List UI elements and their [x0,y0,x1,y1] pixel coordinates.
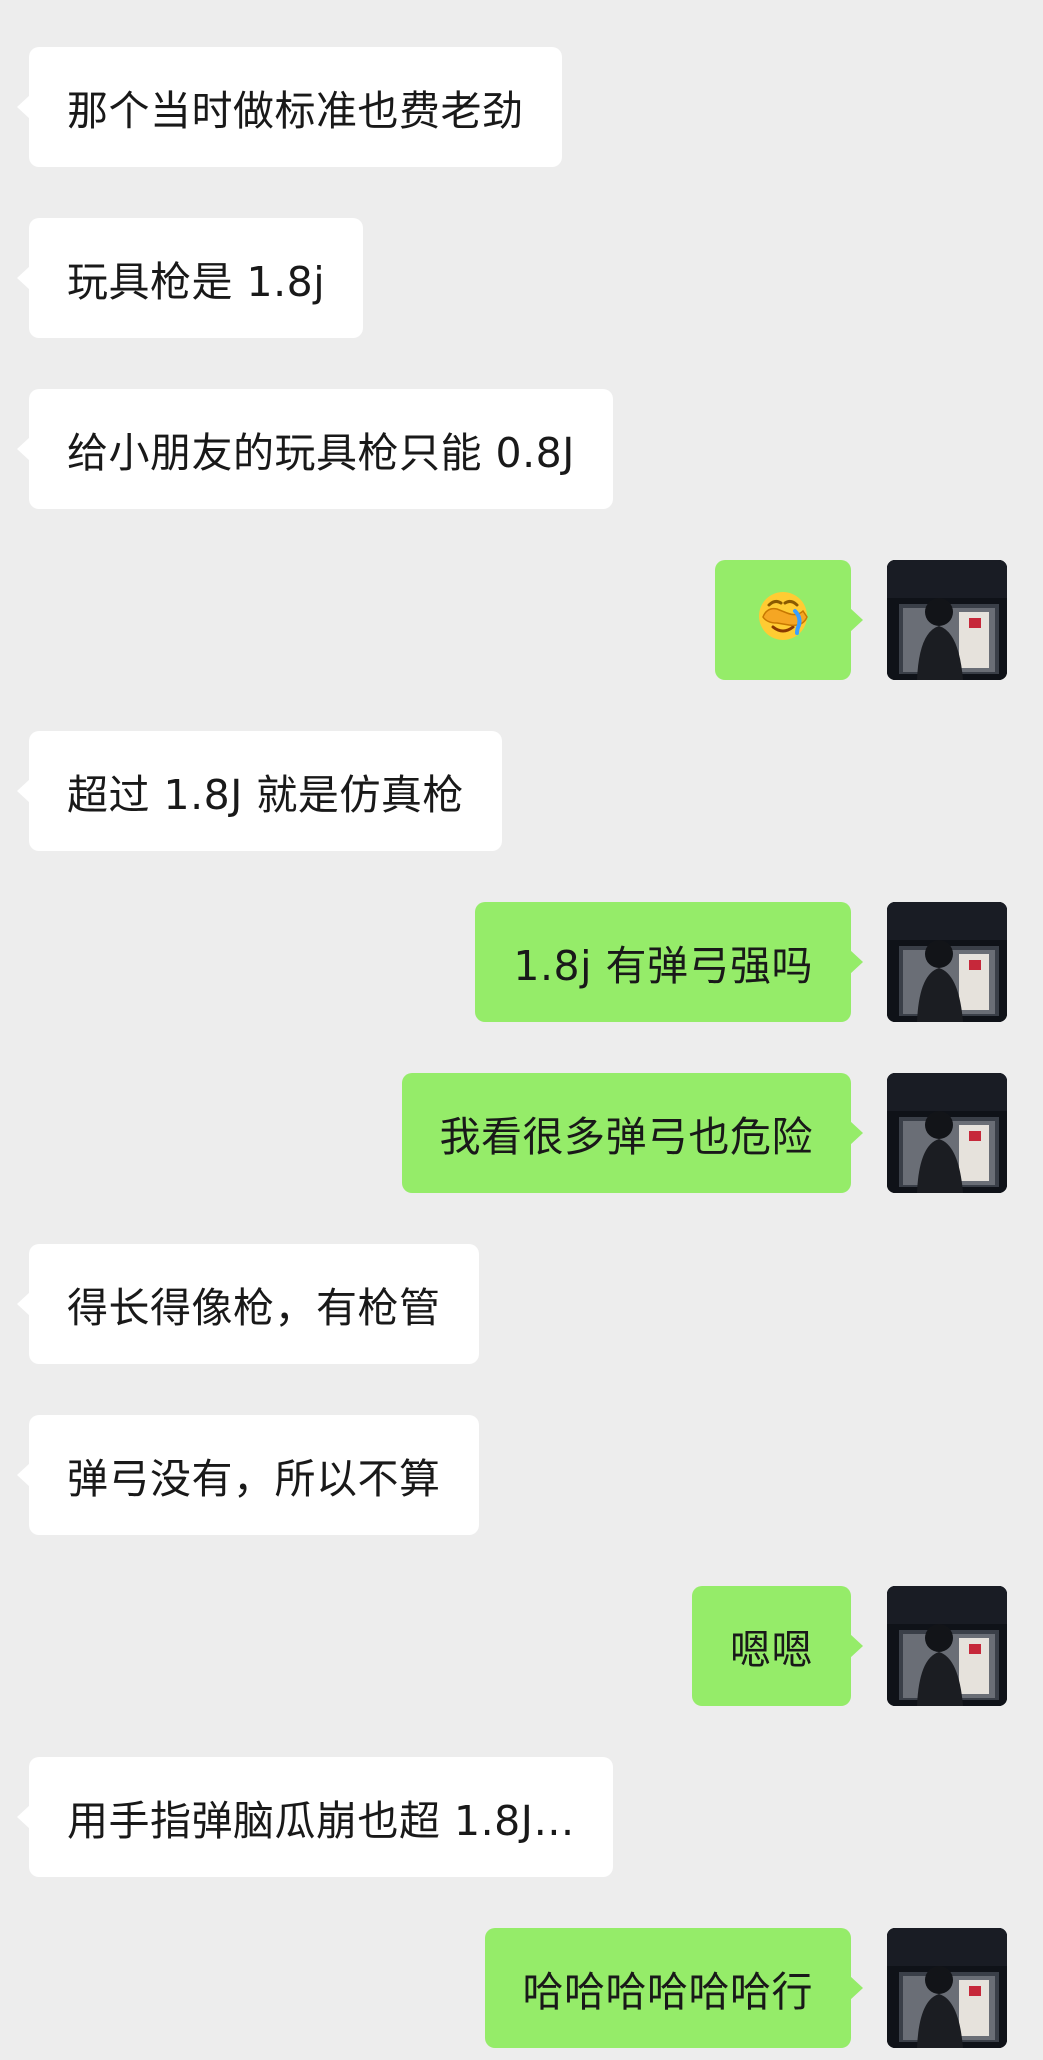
message-row-incoming: 弹弓没有，所以不算 [0,1415,1043,1535]
message-row-incoming: 那个当时做标准也费老劲 [0,47,1043,167]
message-row-incoming: 玩具枪是 1.8j [0,218,1043,338]
message-text: 我看很多弹弓也危险 [439,1113,813,1161]
message-row-incoming: 给小朋友的玩具枪只能 0.8J [0,389,1043,509]
message-row-incoming: 超过 1.8J 就是仿真枪 [0,731,1043,851]
message-row-incoming: 得长得像枪，有枪管 [0,1244,1043,1364]
message-row-incoming: 用手指弹脑瓜崩也超 1.8J… [0,1757,1043,1877]
message-bubble-incoming[interactable]: 玩具枪是 1.8j [16,218,364,338]
facepalm-emoji-icon [755,587,811,653]
message-text: 嗯嗯 [730,1626,813,1674]
user-avatar[interactable] [887,560,1007,680]
message-text: 用手指弹脑瓜崩也超 1.8J… [67,1797,575,1845]
message-bubble-outgoing[interactable]: 1.8j 有弹弓强吗 [475,902,863,1022]
message-text: 超过 1.8J 就是仿真枪 [67,771,464,819]
user-avatar[interactable] [887,1073,1007,1193]
chat-message-list[interactable]: 那个当时做标准也费老劲 玩具枪是 1.8j 给小朋友的玩具枪只能 0.8J 超过… [0,0,1043,2060]
message-text: 哈哈哈哈哈哈行 [522,1968,813,2016]
message-bubble-outgoing[interactable] [715,560,863,680]
user-avatar[interactable] [887,1928,1007,2048]
message-bubble-incoming[interactable]: 得长得像枪，有枪管 [17,1244,479,1364]
message-text: 给小朋友的玩具枪只能 0.8J [67,429,575,477]
message-bubble-incoming[interactable]: 那个当时做标准也费老劲 [17,47,562,167]
message-row-outgoing: 嗯嗯 [0,1586,1043,1706]
message-row-outgoing [0,560,1043,680]
message-bubble-outgoing[interactable]: 哈哈哈哈哈哈行 [484,1928,863,2048]
message-bubble-outgoing[interactable]: 嗯嗯 [692,1586,863,1706]
message-bubble-incoming[interactable]: 给小朋友的玩具枪只能 0.8J [17,389,613,509]
message-bubble-incoming[interactable]: 超过 1.8J 就是仿真枪 [17,731,502,851]
message-text: 玩具枪是 1.8j [67,258,326,306]
message-bubble-outgoing[interactable]: 我看很多弹弓也危险 [401,1073,863,1193]
user-avatar[interactable] [887,1586,1007,1706]
message-text: 1.8j 有弹弓强吗 [513,942,813,990]
message-row-outgoing: 1.8j 有弹弓强吗 [0,902,1043,1022]
message-row-outgoing: 哈哈哈哈哈哈行 [0,1928,1043,2048]
message-row-outgoing: 我看很多弹弓也危险 [0,1073,1043,1193]
message-text: 弹弓没有，所以不算 [67,1455,441,1503]
message-text: 那个当时做标准也费老劲 [67,87,524,135]
message-text: 得长得像枪，有枪管 [67,1284,441,1332]
message-bubble-incoming[interactable]: 用手指弹脑瓜崩也超 1.8J… [17,1757,613,1877]
message-bubble-incoming[interactable]: 弹弓没有，所以不算 [17,1415,479,1535]
user-avatar[interactable] [887,902,1007,1022]
